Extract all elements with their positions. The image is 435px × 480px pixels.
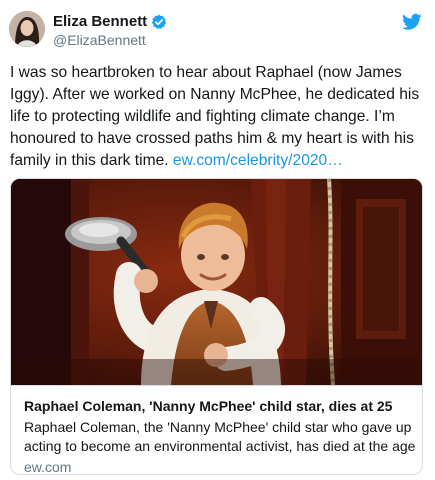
card-description[interactable]: Raphael Coleman, the 'Nanny McPhee' chil… bbox=[24, 418, 416, 456]
twitter-bird-icon[interactable] bbox=[402, 13, 422, 31]
author-row: Eliza Bennett bbox=[53, 13, 167, 31]
card-image[interactable] bbox=[11, 179, 422, 385]
card-divider bbox=[11, 385, 422, 386]
author-handle[interactable]: @ElizaBennett bbox=[53, 32, 146, 49]
author-name[interactable]: Eliza Bennett bbox=[53, 13, 147, 31]
avatar[interactable] bbox=[9, 11, 45, 47]
link-card[interactable]: Raphael Coleman, 'Nanny McPhee' child st… bbox=[10, 178, 423, 475]
card-title[interactable]: Raphael Coleman, 'Nanny McPhee' child st… bbox=[24, 397, 414, 415]
verified-badge-icon bbox=[151, 14, 167, 30]
tweet: Eliza Bennett @ElizaBennett I was so hea… bbox=[0, 0, 435, 480]
tweet-text: I was so heartbroken to hear about Rapha… bbox=[10, 62, 423, 172]
card-domain[interactable]: ew.com bbox=[24, 459, 71, 474]
tweet-link[interactable]: ew.com/celebrity/2020… bbox=[173, 152, 343, 169]
